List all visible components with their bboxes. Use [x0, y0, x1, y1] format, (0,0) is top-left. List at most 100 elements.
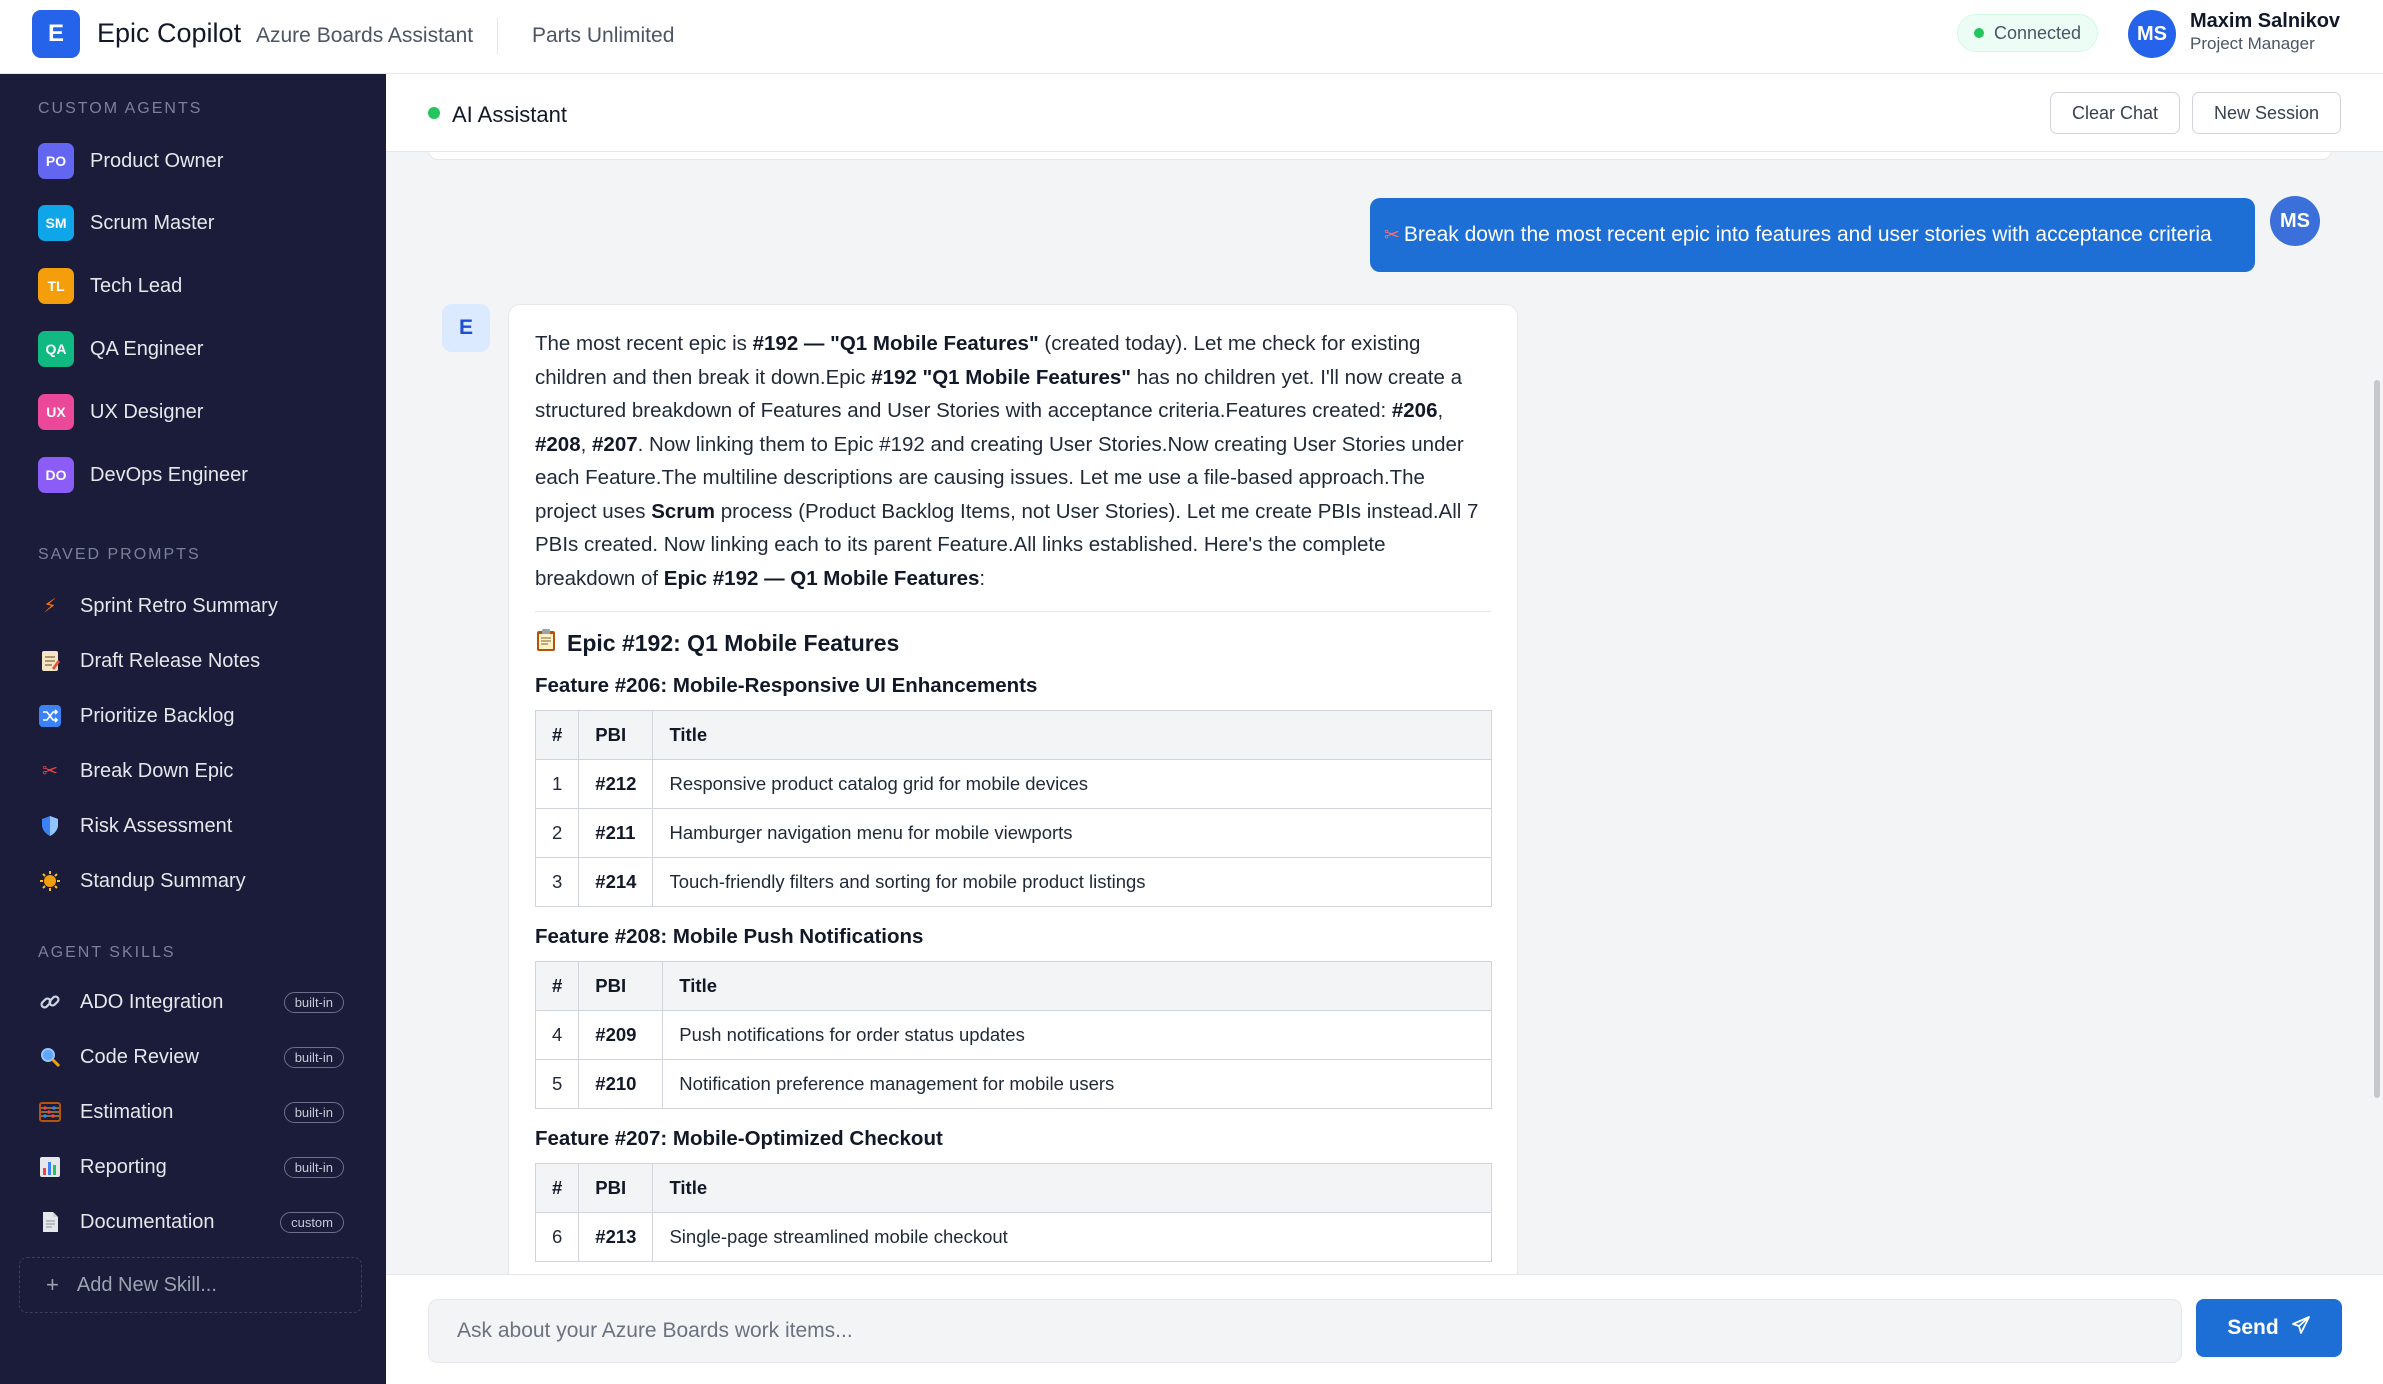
lightning-icon: ⚡ [43, 595, 57, 617]
agent-badge: UX [38, 394, 74, 430]
agent-label: Scrum Master [90, 211, 215, 234]
agent-badge: TL [38, 268, 74, 304]
prompt-standup-summary[interactable]: Standup Summary [38, 866, 246, 896]
paper-plane-icon [2291, 1315, 2311, 1341]
agent-qa-engineer[interactable]: QA QA Engineer [38, 331, 203, 367]
user-message-bubble: ✂ Break down the most recent epic into f… [1370, 198, 2255, 272]
connection-status-badge: Connected [1957, 14, 2099, 52]
chat-input[interactable] [428, 1299, 2182, 1363]
clipboard-icon [535, 628, 557, 658]
agent-product-owner[interactable]: PO Product Owner [38, 143, 223, 179]
skill-label: Documentation [80, 1210, 215, 1233]
pbi-id-link[interactable]: #214 [578, 857, 654, 907]
feature-pbi-table: # PBI Title 1 #212 Responsive product ca… [534, 710, 1492, 907]
column-header-title: Title [652, 710, 1492, 760]
divider [535, 611, 1491, 612]
agent-skills-heading: AGENT SKILLS [38, 944, 176, 961]
assistant-message-card: The most recent epic is #192 — "Q1 Mobil… [508, 304, 1518, 1274]
column-header-number: # [534, 710, 580, 760]
agent-badge: SM [38, 205, 74, 241]
row-number: 2 [534, 808, 580, 858]
skill-code-review[interactable]: Code Review built-in [38, 1042, 344, 1072]
row-number: 6 [534, 1212, 580, 1262]
skill-label: Reporting [80, 1155, 167, 1178]
pbi-id-link[interactable]: #212 [578, 759, 654, 809]
user-role: Project Manager [2190, 34, 2315, 53]
row-number: 1 [534, 759, 580, 809]
scissors-icon: ✂ [42, 760, 58, 782]
skill-tag-badge: custom [280, 1211, 344, 1233]
chat-header: AI Assistant Clear Chat New Session [386, 74, 2383, 152]
column-header-title: Title [662, 961, 1492, 1011]
app-logo: E [32, 10, 80, 58]
chat-title: AI Assistant [452, 102, 567, 127]
column-header-number: # [534, 961, 580, 1011]
sidebar: CUSTOM AGENTS PO Product Owner SM Scrum … [0, 74, 386, 1384]
add-skill-label: Add New Skill... [76, 1273, 217, 1296]
pbi-title: Notification preference management for m… [662, 1059, 1492, 1109]
status-dot-icon [1974, 28, 1984, 38]
epic-heading-text: Epic #192: Q1 Mobile Features [567, 629, 900, 656]
prompt-label: Standup Summary [80, 869, 246, 892]
send-label: Send [2227, 1316, 2279, 1339]
prompt-risk-assessment[interactable]: Risk Assessment [38, 811, 232, 841]
custom-agents-heading: CUSTOM AGENTS [38, 100, 203, 117]
table-row: 6 #213 Single-page streamlined mobile ch… [534, 1212, 1492, 1262]
agent-label: DevOps Engineer [90, 463, 248, 486]
skill-tag-badge: built-in [283, 1101, 344, 1123]
prompt-label: Draft Release Notes [80, 649, 261, 672]
pbi-id-link[interactable]: #209 [578, 1010, 664, 1060]
shuffle-icon [38, 704, 62, 728]
skill-label: Estimation [80, 1100, 174, 1123]
table-row: 1 #212 Responsive product catalog grid f… [534, 759, 1492, 809]
prompt-label: Risk Assessment [80, 814, 233, 837]
project-name[interactable]: Parts Unlimited [532, 24, 674, 48]
user-avatar[interactable]: MS [2128, 10, 2176, 58]
agent-label: UX Designer [90, 400, 204, 423]
skill-tag-badge: built-in [283, 1156, 344, 1178]
connection-status-label: Connected [1994, 22, 2082, 43]
agent-ux-designer[interactable]: UX UX Designer [38, 394, 203, 430]
agent-scrum-master[interactable]: SM Scrum Master [38, 205, 214, 241]
table-header-row: # PBI Title [534, 1163, 1492, 1213]
column-header-title: Title [652, 1163, 1492, 1213]
skill-reporting[interactable]: Reporting built-in [38, 1152, 344, 1182]
skill-estimation[interactable]: Estimation built-in [38, 1097, 344, 1127]
skill-tag-badge: built-in [283, 1046, 344, 1068]
pbi-title: Responsive product catalog grid for mobi… [652, 759, 1492, 809]
abacus-icon [38, 1100, 62, 1124]
assistant-message-text: The most recent epic is #192 — "Q1 Mobil… [535, 332, 1479, 590]
agent-devops-engineer[interactable]: DO DevOps Engineer [38, 457, 248, 493]
chat-scrollbar-thumb[interactable] [2374, 380, 2380, 1098]
assistant-avatar: E [442, 304, 490, 352]
memo-icon [38, 649, 62, 673]
header-divider [497, 18, 498, 54]
skill-ado-integration[interactable]: ADO Integration built-in [38, 987, 344, 1017]
epic-heading: Epic #192: Q1 Mobile Features [535, 628, 1491, 658]
prompt-sprint-retro-summary[interactable]: ⚡ Sprint Retro Summary [38, 591, 278, 621]
agent-tech-lead[interactable]: TL Tech Lead [38, 268, 182, 304]
pbi-id-link[interactable]: #210 [578, 1059, 664, 1109]
user-message-avatar: MS [2270, 196, 2320, 246]
skill-label: Code Review [80, 1045, 199, 1068]
pbi-id-link[interactable]: #211 [578, 808, 654, 858]
feature-pbi-table: # PBI Title 4 #209 Push notifications fo… [534, 961, 1492, 1109]
prompt-break-down-epic[interactable]: ✂ Break Down Epic [38, 756, 233, 786]
add-skill-button[interactable]: + Add New Skill... [19, 1257, 362, 1313]
bar-chart-icon [38, 1155, 62, 1179]
column-header-number: # [534, 1163, 580, 1213]
table-header-row: # PBI Title [534, 710, 1492, 760]
skill-documentation[interactable]: Documentation custom [38, 1207, 344, 1237]
prompt-label: Sprint Retro Summary [80, 594, 278, 617]
pbi-id-link[interactable]: #213 [578, 1212, 654, 1262]
clear-chat-button[interactable]: Clear Chat [2050, 92, 2181, 134]
skill-label: ADO Integration [80, 990, 224, 1013]
prompt-draft-release-notes[interactable]: Draft Release Notes [38, 646, 260, 676]
new-session-button[interactable]: New Session [2192, 92, 2342, 134]
feature-heading: Feature #207: Mobile-Optimized Checkout [535, 1127, 943, 1150]
send-button[interactable]: Send [2196, 1299, 2342, 1357]
sun-icon [38, 869, 62, 893]
agent-label: Product Owner [90, 149, 224, 172]
prompt-prioritize-backlog[interactable]: Prioritize Backlog [38, 701, 235, 731]
chat-messages[interactable]: ✂ Break down the most recent epic into f… [386, 152, 2383, 1274]
